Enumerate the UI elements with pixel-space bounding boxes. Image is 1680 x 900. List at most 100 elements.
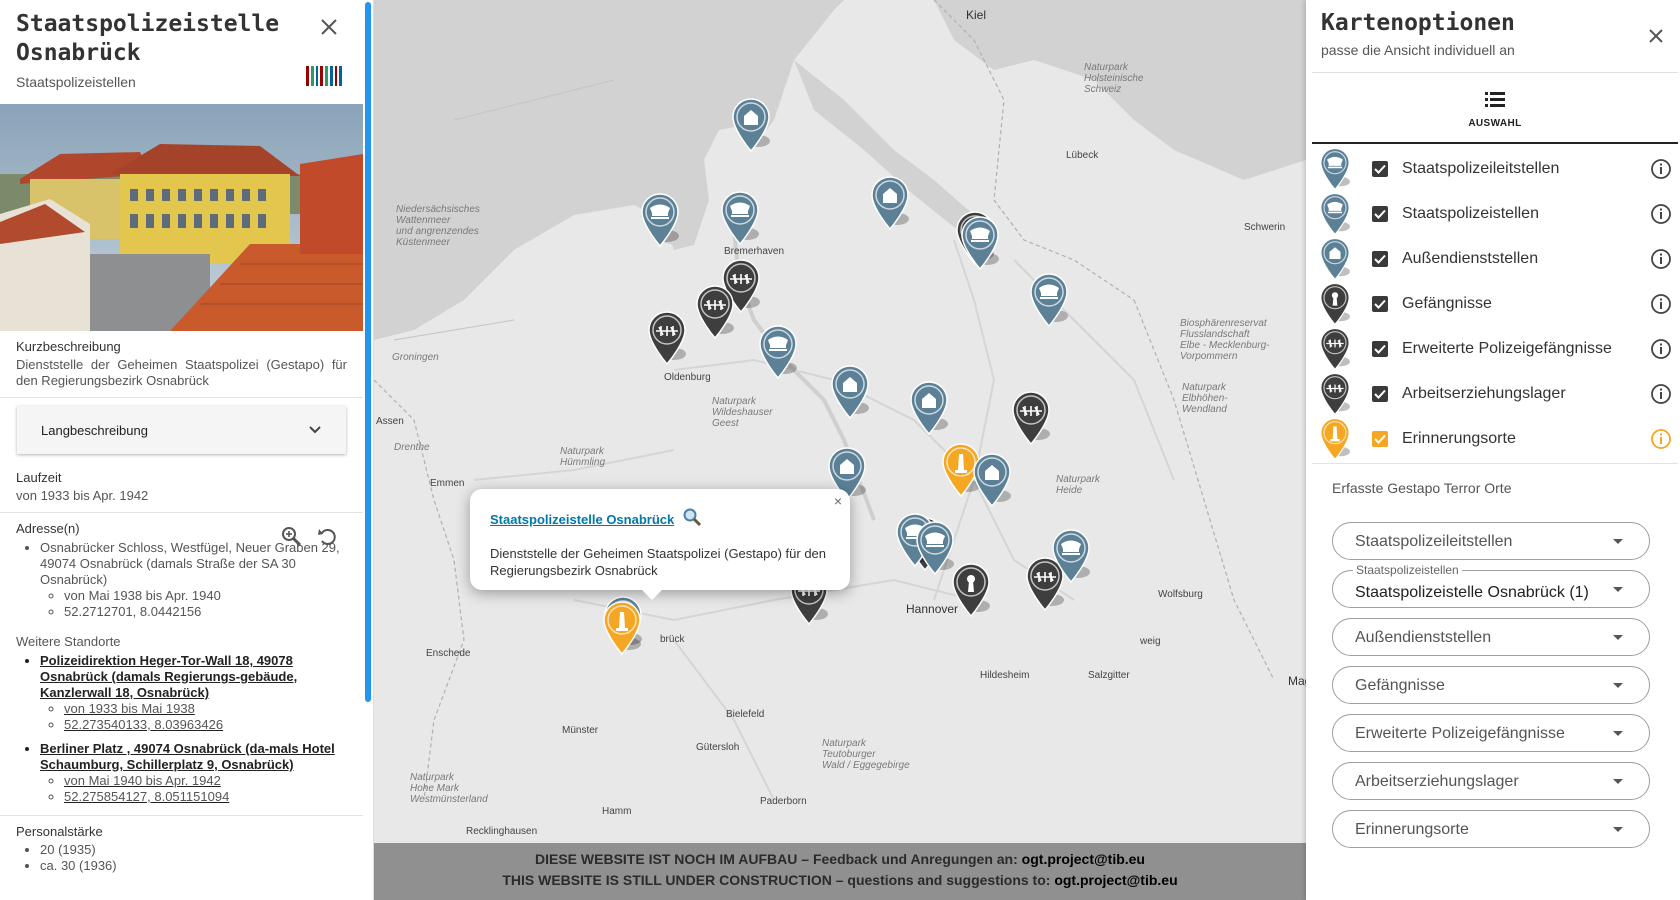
info-icon[interactable]: [1650, 383, 1672, 405]
layer-checkbox[interactable]: [1372, 160, 1388, 177]
map-marker-house-icon[interactable]: [869, 175, 911, 231]
layer-name: Erinnerungsorte: [1402, 429, 1516, 447]
options-title: Kartenoptionen: [1321, 10, 1515, 36]
info-icon[interactable]: [1650, 293, 1672, 315]
map-marker-police-cap-icon[interactable]: [1050, 528, 1092, 584]
place-select[interactable]: Staatspolizeileitstellen: [1332, 522, 1650, 560]
map-marker-police-cap-icon[interactable]: [757, 324, 799, 380]
building-photo: [0, 104, 363, 331]
wikidata-icon[interactable]: [306, 66, 342, 86]
map-marker-house-icon[interactable]: [829, 364, 871, 420]
place-label: Gütersloh: [696, 742, 740, 753]
info-icon[interactable]: [1650, 248, 1672, 270]
detail-scrollbar[interactable]: [365, 2, 371, 702]
region-label: Naturpark Holsteinische Schweiz: [1084, 62, 1144, 95]
layer-name: Staatspolizeistellen: [1402, 204, 1539, 222]
map-marker-police-cap-icon[interactable]: [719, 190, 761, 246]
info-icon[interactable]: [1650, 203, 1672, 225]
other-location-label[interactable]: Polizeidirektion Heger-Tor-Wall 18, 4907…: [40, 653, 297, 700]
place-select[interactable]: Staatspolizeistellen Staatspolizeistelle …: [1332, 563, 1650, 608]
place-label: Enschede: [426, 648, 471, 659]
period-text: von 1933 bis Apr. 1942: [16, 488, 149, 503]
tab-auswahl[interactable]: AUSWAHL: [1440, 73, 1550, 143]
info-icon[interactable]: [1650, 338, 1672, 360]
divider: [1312, 463, 1678, 464]
place-select[interactable]: Arbeitserziehungslager: [1332, 762, 1650, 800]
place-select[interactable]: Außendienststellen: [1332, 618, 1650, 656]
keyhole-icon: [1316, 282, 1354, 326]
detail-title: Staatspolizeistelle Osnabrück: [16, 11, 280, 66]
popup-text: Dienststelle der Geheimen Staatspolizei …: [490, 546, 827, 578]
region-label: Naturpark Heide: [1056, 474, 1100, 496]
dropdown-arrow-icon: [1613, 635, 1623, 640]
layer-name: Staatspolizeileitstellen: [1402, 159, 1560, 177]
address-main-coords: 52.2712701, 8.0442156: [64, 604, 347, 620]
layer-checkbox[interactable]: [1372, 295, 1388, 312]
popup-close-button[interactable]: ×: [834, 493, 842, 509]
layer-checkbox[interactable]: [1372, 430, 1388, 447]
dropdown-arrow-icon: [1613, 539, 1623, 544]
other-location-link[interactable]: Polizeidirektion Heger-Tor-Wall 18, 4907…: [40, 653, 347, 733]
place-label: Salzgitter: [1088, 670, 1130, 681]
layer-list: Staatspolizeileitstellen Staatspolizeiste…: [1312, 146, 1678, 461]
staff-item: ca. 30 (1936): [40, 858, 347, 874]
address-main: Osnabrücker Schloss, Westfügel, Neuer Gr…: [40, 540, 347, 620]
other-location-link[interactable]: Berliner Platz , 49074 Osnabrück (da-mal…: [40, 741, 347, 805]
barbed-wire-icon: [1316, 372, 1354, 416]
map-marker-house-icon[interactable]: [971, 452, 1013, 508]
place-label: Emmen: [430, 478, 465, 489]
banner-email-link[interactable]: ogt.project@tib.eu: [1022, 851, 1145, 867]
region-label: Naturpark Hümmling: [560, 446, 606, 468]
place-label: Schwerin: [1244, 222, 1286, 233]
select-value: Außendienststellen: [1355, 629, 1492, 646]
map-marker-memorial-icon[interactable]: [601, 600, 643, 656]
select-label: Staatspolizeistellen: [1353, 563, 1462, 577]
place-label: Recklinghausen: [466, 826, 538, 837]
map-view[interactable]: Kiel Lübeck Schwerin Bremerhaven Oldenbu…: [374, 0, 1306, 900]
long-description-toggle[interactable]: Langbeschreibung: [17, 406, 346, 454]
place-select[interactable]: Erweiterte Polizeigefängnisse: [1332, 714, 1650, 752]
address-main-period: von Mai 1938 bis Apr. 1940: [64, 588, 347, 604]
select-value: Arbeitserziehungslager: [1355, 773, 1519, 790]
info-icon[interactable]: [1650, 158, 1672, 180]
short-description-text: Dienststelle der Geheimen Staatspolizei …: [16, 357, 347, 388]
map-marker-house-icon[interactable]: [908, 380, 950, 436]
map-marker-barbed-wire-icon[interactable]: [646, 310, 688, 366]
layer-checkbox[interactable]: [1372, 385, 1388, 402]
place-select[interactable]: Erinnerungsorte: [1332, 810, 1650, 848]
layer-checkbox[interactable]: [1372, 250, 1388, 267]
place-label: Kiel: [966, 8, 987, 22]
zoom-in-icon[interactable]: [280, 525, 302, 547]
reset-view-icon[interactable]: [316, 525, 338, 547]
banner-email-link[interactable]: ogt.project@tib.eu: [1054, 872, 1177, 888]
other-location-label[interactable]: Berliner Platz , 49074 Osnabrück (da-mal…: [40, 741, 335, 772]
other-location-period: von 1933 bis Mai 1938: [64, 701, 347, 717]
layer-row: Gefängnisse: [1312, 281, 1678, 326]
long-description-label: Langbeschreibung: [41, 422, 148, 438]
select-value: Staatspolizeistelle Osnabrück (1): [1355, 584, 1589, 601]
popup-title-link[interactable]: Staatspolizeistelle Osnabrück: [490, 512, 674, 527]
place-label: Mag: [1288, 674, 1306, 688]
terror-places-heading: Erfasste Gestapo Terror Orte: [1332, 480, 1512, 496]
close-icon[interactable]: [1646, 26, 1666, 46]
layer-row: Staatspolizeileitstellen: [1312, 146, 1678, 191]
map-marker-barbed-wire-icon[interactable]: [1010, 390, 1052, 446]
map-marker-house-icon[interactable]: [730, 97, 772, 153]
map-marker-barbed-wire-icon[interactable]: [694, 284, 736, 340]
map-marker-police-cap-icon[interactable]: [959, 215, 1001, 271]
info-icon[interactable]: [1650, 428, 1672, 450]
place-select[interactable]: Gefängnisse: [1332, 666, 1650, 704]
layer-row: Arbeitserziehungslager: [1312, 371, 1678, 416]
address-section: Adresse(n) Osnabrücker Schloss, Westfüge…: [0, 513, 363, 816]
close-icon[interactable]: [318, 16, 340, 38]
map-marker-keyhole-icon[interactable]: [950, 562, 992, 618]
dropdown-arrow-icon: [1613, 683, 1623, 688]
search-icon[interactable]: [682, 507, 702, 527]
layer-checkbox[interactable]: [1372, 340, 1388, 357]
staff-heading: Personalstärke: [16, 824, 103, 839]
place-selects: Staatspolizeileitstellen Staatspolizeiste…: [1332, 522, 1650, 858]
layer-checkbox[interactable]: [1372, 205, 1388, 222]
map-marker-police-cap-icon[interactable]: [1028, 272, 1070, 328]
map-marker-police-cap-icon[interactable]: [639, 192, 681, 248]
other-location-period: von Mai 1940 bis Apr. 1942: [64, 773, 347, 789]
